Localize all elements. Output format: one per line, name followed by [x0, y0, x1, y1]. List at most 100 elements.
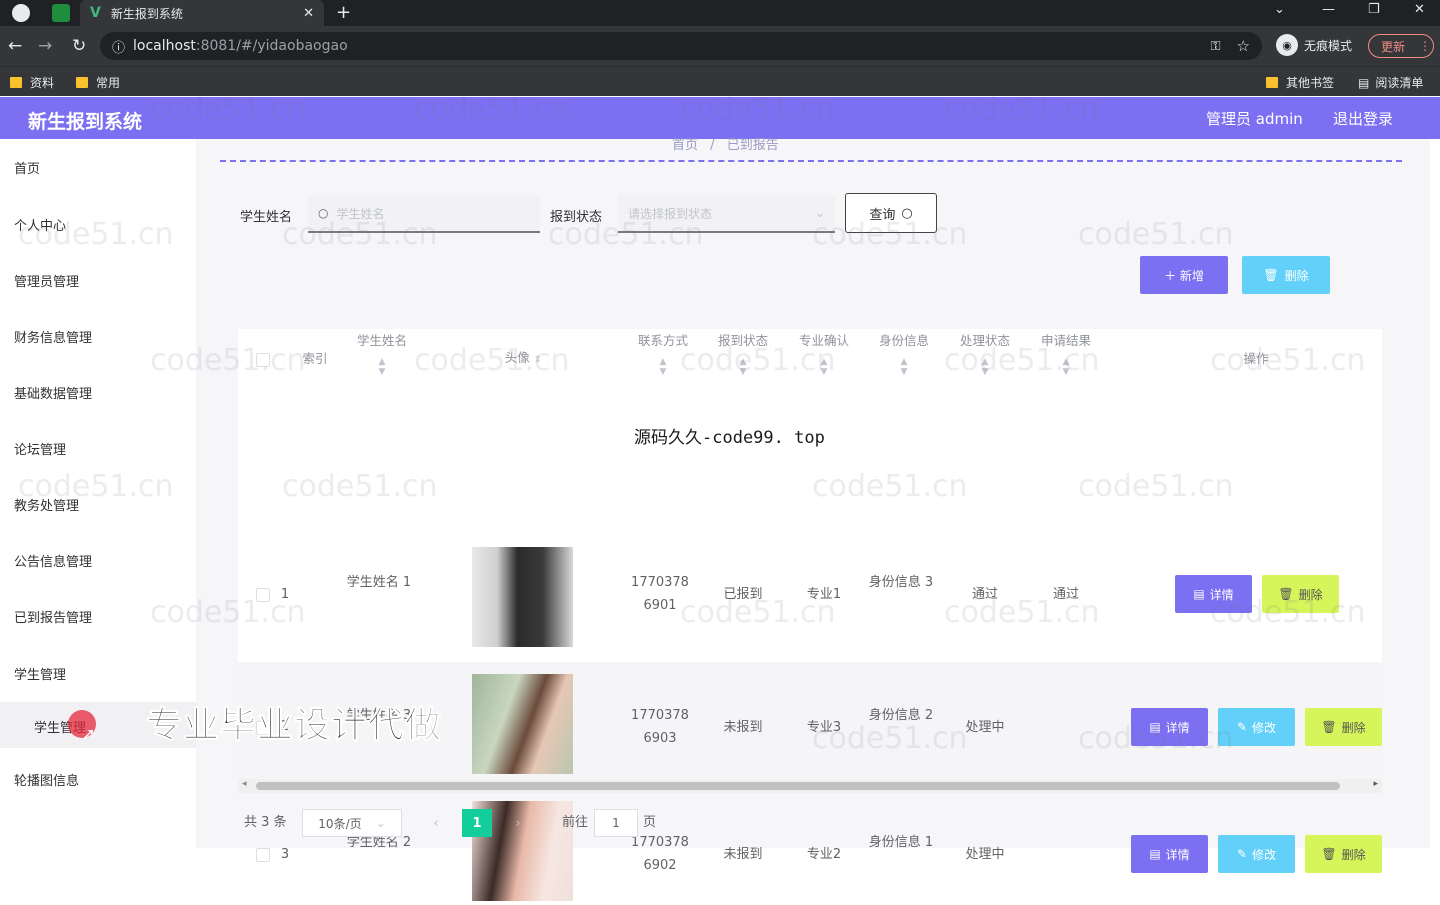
logout-link[interactable]: 退出登录: [1333, 108, 1393, 129]
sidebar-item-forum[interactable]: 论坛管理: [14, 439, 66, 458]
cell-process: 处理中: [965, 847, 1005, 862]
column-header-major[interactable]: 专业确认 ▲ ▼: [784, 331, 864, 377]
sidebar-item-admins[interactable]: 管理员管理: [14, 271, 79, 290]
sort-icon[interactable]: ▲ ▼: [945, 357, 1025, 377]
scroll-right-icon[interactable]: ▸: [1373, 779, 1378, 789]
reload-icon[interactable]: ↻: [72, 36, 86, 56]
sidebar-item-students[interactable]: 学生管理: [14, 664, 66, 683]
next-page-button[interactable]: ›: [504, 809, 532, 837]
table-row[interactable]: 3 学生姓名 2 1770378 6902 未报到 专业2 身份信息 1 处理中…: [238, 789, 1382, 905]
prev-page-button[interactable]: ‹: [422, 809, 450, 837]
column-header-avatar[interactable]: 头像 ⇕: [483, 348, 563, 370]
chevron-down-icon: ⌄: [375, 816, 386, 830]
update-button[interactable]: 更新 ⋮: [1368, 34, 1434, 58]
scrollbar-thumb[interactable]: [256, 782, 1340, 790]
sort-icon[interactable]: ▲ ▼: [703, 357, 783, 377]
delete-button[interactable]: 🗑 删除: [1262, 575, 1339, 613]
sidebar-item-profile[interactable]: 个人中心: [14, 215, 66, 234]
breadcrumb: 首页 / 已到报告: [672, 134, 779, 153]
sort-icon[interactable]: ▲ ▼: [342, 357, 422, 377]
cell-index: 3: [280, 847, 290, 862]
batch-delete-button[interactable]: 🗑 删除: [1242, 256, 1330, 294]
student-avatar[interactable]: [472, 547, 573, 647]
active-tab[interactable]: V 新生报到系统 ✕: [80, 0, 324, 26]
sort-icon[interactable]: ▲ ▼: [784, 357, 864, 377]
edit-button[interactable]: ✎ 修改: [1218, 835, 1295, 873]
trash-icon: 🗑: [1263, 268, 1279, 282]
url-input[interactable]: ⓘ localhost :8081/#/yidaobaogao ⚿ ☆: [100, 32, 1262, 60]
window-close-icon[interactable]: ✕: [1414, 2, 1425, 17]
column-header-name[interactable]: 学生姓名 ▲ ▼: [342, 331, 422, 377]
sort-icon[interactable]: ▲ ▼: [864, 357, 944, 377]
cell-identity: 身份信息 2: [868, 708, 934, 723]
cell-status: 未报到: [723, 720, 763, 735]
detail-button[interactable]: ▤ 详情: [1131, 835, 1208, 873]
sidebar-item-finance[interactable]: 财务信息管理: [14, 327, 92, 346]
scroll-left-icon[interactable]: ◂: [242, 779, 247, 789]
chevron-down-icon: ⌄: [814, 206, 825, 220]
cell-process: 处理中: [965, 720, 1005, 735]
reading-list[interactable]: ▤ 阅读清单: [1358, 74, 1423, 91]
tab-search-icon[interactable]: ⌄: [1274, 2, 1285, 17]
back-icon[interactable]: ←: [8, 36, 22, 56]
status-filter-label: 报到状态: [550, 210, 603, 225]
sidebar-item-academic[interactable]: 教务处管理: [14, 495, 79, 514]
new-tab-button[interactable]: +: [336, 2, 351, 23]
url-host: localhost: [133, 38, 196, 54]
detail-button[interactable]: ▤ 详情: [1175, 575, 1252, 613]
delete-button[interactable]: 🗑 删除: [1305, 835, 1382, 873]
breadcrumb-home[interactable]: 首页: [672, 138, 698, 153]
star-icon[interactable]: ☆: [1237, 37, 1250, 55]
key-icon[interactable]: ⚿: [1211, 39, 1221, 54]
bookmark-folder[interactable]: 资料: [10, 74, 54, 91]
student-avatar[interactable]: [472, 674, 573, 774]
name-search-input[interactable]: ○ 学生姓名: [308, 195, 540, 233]
source-overlay-text: 源码久久-code99. top: [634, 428, 825, 448]
cell-phone: 1770378 6902: [631, 835, 689, 873]
sort-icon[interactable]: ⇕: [534, 355, 542, 365]
forward-icon[interactable]: →: [38, 36, 52, 56]
detail-button[interactable]: ▤ 详情: [1131, 708, 1208, 746]
sidebar-item-basic-data[interactable]: 基础数据管理: [14, 383, 92, 402]
minimize-icon[interactable]: —: [1322, 2, 1335, 17]
add-button[interactable]: ＋ 新增: [1140, 256, 1228, 294]
cell-index: 1: [280, 587, 290, 602]
status-select[interactable]: 请选择报到状态 ⌄: [618, 195, 835, 233]
column-header-result[interactable]: 申请结果 ▲ ▼: [1026, 331, 1106, 377]
menu-dots-icon: ⋮: [1419, 39, 1432, 53]
horizontal-scrollbar[interactable]: ◂ ▸: [238, 779, 1382, 793]
delete-button[interactable]: 🗑 删除: [1305, 708, 1382, 746]
total-count: 共 3 条: [244, 815, 287, 830]
other-bookmarks[interactable]: 其他书签: [1266, 74, 1334, 91]
sidebar-item-home[interactable]: 首页: [14, 158, 40, 177]
query-button[interactable]: 查询 ○: [845, 193, 937, 233]
column-header-process[interactable]: 处理状态 ▲ ▼: [945, 331, 1025, 377]
bookmark-folder[interactable]: 常用: [76, 74, 120, 91]
goto-page-input[interactable]: 1: [594, 809, 638, 837]
page-size-select[interactable]: 10条/页 ⌄: [302, 809, 402, 837]
cell-process: 通过: [971, 587, 998, 602]
edit-button[interactable]: ✎ 修改: [1218, 708, 1295, 746]
tab-close-icon[interactable]: ✕: [303, 6, 314, 21]
sheets-tab-icon[interactable]: [52, 4, 70, 22]
info-icon[interactable]: ⓘ: [112, 37, 125, 56]
column-header-phone[interactable]: 联系方式 ▲ ▼: [623, 331, 703, 377]
browser-logo-icon[interactable]: [12, 4, 30, 22]
sidebar-item-notices[interactable]: 公告信息管理: [14, 551, 92, 570]
sort-icon[interactable]: ▲ ▼: [623, 357, 703, 377]
cell-identity: 身份信息 3: [868, 575, 934, 590]
cell-identity: 身份信息 1: [868, 835, 934, 850]
column-header-identity[interactable]: 身份信息 ▲ ▼: [864, 331, 944, 377]
cell-major: 专业3: [806, 720, 842, 735]
table-row[interactable]: 1 学生姓名 1 1770378 6901 已报到 专业1 身份信息 3 通过 …: [238, 523, 1382, 650]
sidebar-item-carousel[interactable]: 轮播图信息: [14, 770, 79, 789]
incognito-icon: ◉: [1276, 34, 1298, 56]
column-header-status[interactable]: 报到状态 ▲ ▼: [703, 331, 783, 377]
sidebar-item-reports[interactable]: 已到报告管理: [14, 607, 92, 626]
select-all-checkbox[interactable]: [256, 353, 270, 367]
incognito-indicator[interactable]: ◉ 无痕模式: [1276, 34, 1352, 56]
sort-icon[interactable]: ▲ ▼: [1026, 357, 1106, 377]
page-number-current[interactable]: 1: [462, 809, 492, 837]
restore-icon[interactable]: ❐: [1368, 2, 1380, 17]
cell-status: 未报到: [723, 847, 763, 862]
